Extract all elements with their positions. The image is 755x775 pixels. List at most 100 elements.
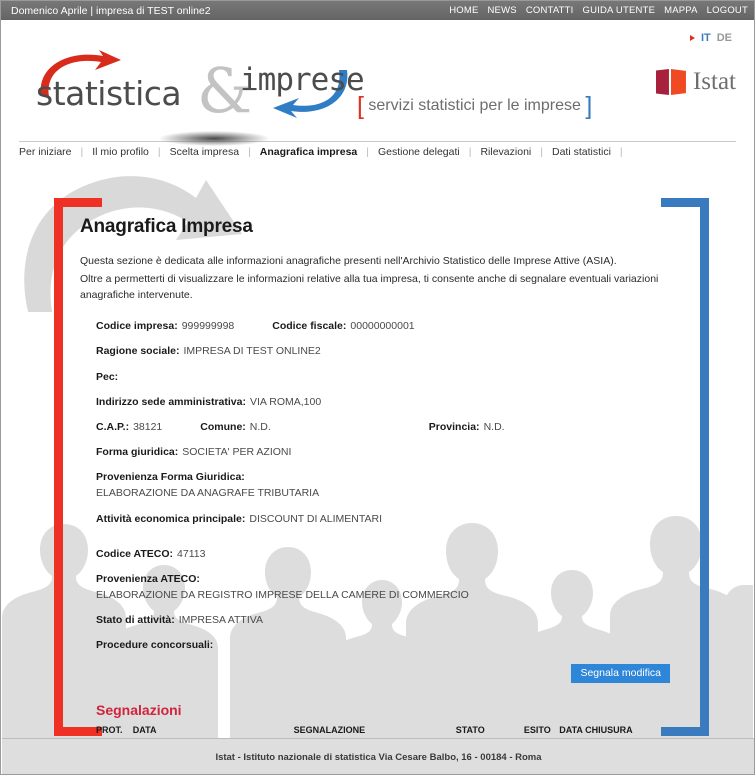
field-pec: Pec: bbox=[96, 370, 670, 384]
field-value: 47113 bbox=[177, 547, 206, 560]
tagline-bracket-left: [ bbox=[357, 92, 364, 120]
col-header-data: DATA bbox=[132, 724, 203, 738]
arrow-right-icon bbox=[689, 35, 695, 41]
page-root: Domenico Aprile | impresa di TEST online… bbox=[0, 0, 755, 775]
tab-rilevazioni[interactable]: Rilevazioni bbox=[471, 146, 540, 158]
field-value: IMPRESA ATTIVA bbox=[178, 614, 263, 627]
field-value: ELABORAZIONE DA REGISTRO IMPRESE DELLA C… bbox=[96, 589, 469, 602]
field-attivita-economica: Attività economica principale: DISCOUNT … bbox=[96, 512, 670, 526]
tagline-bracket-right: ] bbox=[585, 92, 593, 120]
field-value: VIA ROMA,100 bbox=[249, 395, 322, 408]
intro-line-2: Oltre a permetterti di visualizzare le i… bbox=[80, 272, 659, 301]
field-stato-attivita: Stato di attività: IMPRESA ATTIVA bbox=[96, 613, 670, 627]
segnalazioni-heading: Segnalazioni bbox=[96, 701, 182, 718]
table-head: PROT. DATA SEGNALAZIONE STATO ESITO DATA… bbox=[96, 724, 652, 738]
field-label: Indirizzo sede amministrativa: bbox=[96, 395, 246, 408]
field-label: Codice impresa: bbox=[96, 320, 178, 333]
field-provenienza-ateco: Provenienza ATECO: ELABORAZIONE DA REGIS… bbox=[96, 572, 670, 602]
site-footer: Istat - Istituto nazionale di statistica… bbox=[2, 738, 754, 774]
tab-scelta-impresa[interactable]: Scelta impresa bbox=[161, 146, 248, 158]
field-value-comune: N.D. bbox=[249, 420, 271, 433]
field-value: DISCOUNT DI ALIMENTARI bbox=[249, 512, 383, 525]
col-header-segnalazione: SEGNALAZIONE bbox=[202, 724, 456, 738]
istat-book-orange bbox=[670, 69, 686, 95]
field-provenienza-forma-giuridica: Provenienza Forma Giuridica: ELABORAZION… bbox=[96, 470, 670, 500]
field-gap-spacer bbox=[96, 537, 670, 547]
field-label: Attività economica principale: bbox=[96, 512, 246, 525]
field-label: Provenienza ATECO: bbox=[96, 572, 200, 585]
col-header-data-chiusura: DATA CHIUSURA bbox=[559, 724, 633, 738]
top-nav-contatti[interactable]: CONTATTI bbox=[526, 5, 574, 16]
header-divider bbox=[19, 141, 736, 142]
tab-gestione-delegati[interactable]: Gestione delegati bbox=[369, 146, 469, 158]
field-ragione-sociale: Ragione sociale: IMPRESA DI TEST ONLINE2 bbox=[96, 344, 670, 358]
top-nav-home[interactable]: HOME bbox=[449, 5, 478, 16]
action-row: Segnala modifica bbox=[80, 663, 670, 684]
footer-text: Istat - Istituto nazionale di statistica… bbox=[215, 751, 542, 763]
field-label: Stato di attività: bbox=[96, 614, 175, 627]
anagrafica-panel: Anagrafica Impresa Questa sezione è dedi… bbox=[80, 216, 670, 738]
field-indirizzo-sede: Indirizzo sede amministrativa: VIA ROMA,… bbox=[96, 395, 670, 409]
field-label: Codice ATECO: bbox=[96, 547, 174, 560]
col-header-actions bbox=[632, 724, 652, 738]
col-header-prot: PROT. bbox=[96, 724, 133, 738]
field-label: Pec: bbox=[96, 370, 119, 383]
segnalazioni-table-wrapper: PROT. DATA SEGNALAZIONE STATO ESITO DATA… bbox=[80, 724, 670, 738]
field-cap-comune-provincia: C.A.P.: 38121 Comune: N.D. Provincia: N.… bbox=[96, 420, 670, 434]
field-label: Forma giuridica: bbox=[96, 446, 179, 459]
col-header-esito: ESITO bbox=[523, 724, 560, 738]
field-value: ELABORAZIONE DA ANAGRAFE TRIBUTARIA bbox=[96, 487, 320, 500]
field-label: Procedure concorsuali: bbox=[96, 639, 214, 652]
site-logo[interactable]: statistica & imprese bbox=[29, 48, 365, 128]
field-label-comune: Comune: bbox=[200, 420, 246, 433]
language-de[interactable]: DE bbox=[717, 32, 732, 44]
content-stage: Anagrafica Impresa Questa sezione è dedi… bbox=[2, 164, 753, 738]
istat-book-dark-red bbox=[655, 69, 669, 95]
field-label-codice-fiscale: Codice fiscale: bbox=[272, 320, 347, 333]
logo-word-imprese: imprese bbox=[240, 62, 365, 98]
field-value-cap: 38121 bbox=[133, 420, 163, 433]
segnala-modifica-button[interactable]: Segnala modifica bbox=[571, 663, 670, 684]
top-nav-guida-utente[interactable]: GUIDA UTENTE bbox=[583, 5, 656, 16]
page-title: Anagrafica Impresa bbox=[80, 216, 253, 237]
logo-word-statistica: statistica bbox=[36, 74, 182, 113]
field-codice-ateco: Codice ATECO: 47113 bbox=[96, 547, 670, 561]
field-label: Provenienza Forma Giuridica: bbox=[96, 471, 245, 484]
tagline: [ servizi statistici per le imprese ] bbox=[357, 92, 592, 121]
col-header-stato: STATO bbox=[455, 724, 524, 738]
field-procedure-concorsuali: Procedure concorsuali: bbox=[96, 638, 670, 652]
field-value: SOCIETA' PER AZIONI bbox=[182, 446, 292, 459]
top-user-bar: Domenico Aprile | impresa di TEST online… bbox=[1, 1, 754, 20]
top-nav: HOME NEWS CONTATTI GUIDA UTENTE MAPPA LO… bbox=[449, 5, 748, 16]
field-value: 999999998 bbox=[181, 320, 235, 333]
intro-text: Questa sezione è dedicata alle informazi… bbox=[80, 254, 663, 303]
top-nav-mappa[interactable]: MAPPA bbox=[664, 5, 698, 16]
tab-anagrafica-impresa[interactable]: Anagrafica impresa bbox=[251, 146, 366, 158]
company-fields: Codice impresa: 999999998 Codice fiscale… bbox=[80, 319, 670, 652]
language-switcher: IT DE bbox=[689, 32, 732, 44]
field-codice-impresa: Codice impresa: 999999998 Codice fiscale… bbox=[96, 319, 670, 333]
tab-dati-statistici[interactable]: Dati statistici bbox=[543, 146, 620, 158]
tagline-text: servizi statistici per le imprese bbox=[368, 97, 581, 114]
istat-wordmark: Istat bbox=[692, 68, 736, 95]
field-label-cap: C.A.P.: bbox=[96, 420, 130, 433]
logged-user-label: Domenico Aprile | impresa di TEST online… bbox=[11, 4, 211, 17]
top-nav-news[interactable]: NEWS bbox=[488, 5, 517, 16]
istat-logo[interactable]: Istat bbox=[655, 68, 736, 96]
field-value-provincia: N.D. bbox=[483, 420, 505, 433]
tab-il-mio-profilo[interactable]: Il mio profilo bbox=[83, 146, 158, 158]
field-label: Ragione sociale: bbox=[96, 345, 180, 358]
main-nav-tabs: Per iniziare | Il mio profilo | Scelta i… bbox=[19, 143, 623, 161]
field-value: IMPRESA DI TEST ONLINE2 bbox=[183, 345, 321, 358]
field-value-codice-fiscale: 00000000001 bbox=[350, 320, 415, 333]
intro-line-1: Questa sezione è dedicata alle informazi… bbox=[80, 255, 617, 267]
site-header: IT DE statistica & imprese [ servizi sta… bbox=[1, 20, 754, 140]
segnalazioni-table: PROT. DATA SEGNALAZIONE STATO ESITO DATA… bbox=[96, 724, 652, 738]
istat-books-icon bbox=[655, 69, 686, 95]
table-header-row: PROT. DATA SEGNALAZIONE STATO ESITO DATA… bbox=[96, 724, 652, 738]
language-it[interactable]: IT bbox=[701, 32, 711, 44]
tab-per-iniziare[interactable]: Per iniziare bbox=[19, 146, 81, 158]
nav-separator: | bbox=[619, 146, 623, 158]
top-nav-logout[interactable]: LOGOUT bbox=[707, 5, 748, 16]
field-forma-giuridica: Forma giuridica: SOCIETA' PER AZIONI bbox=[96, 445, 670, 459]
